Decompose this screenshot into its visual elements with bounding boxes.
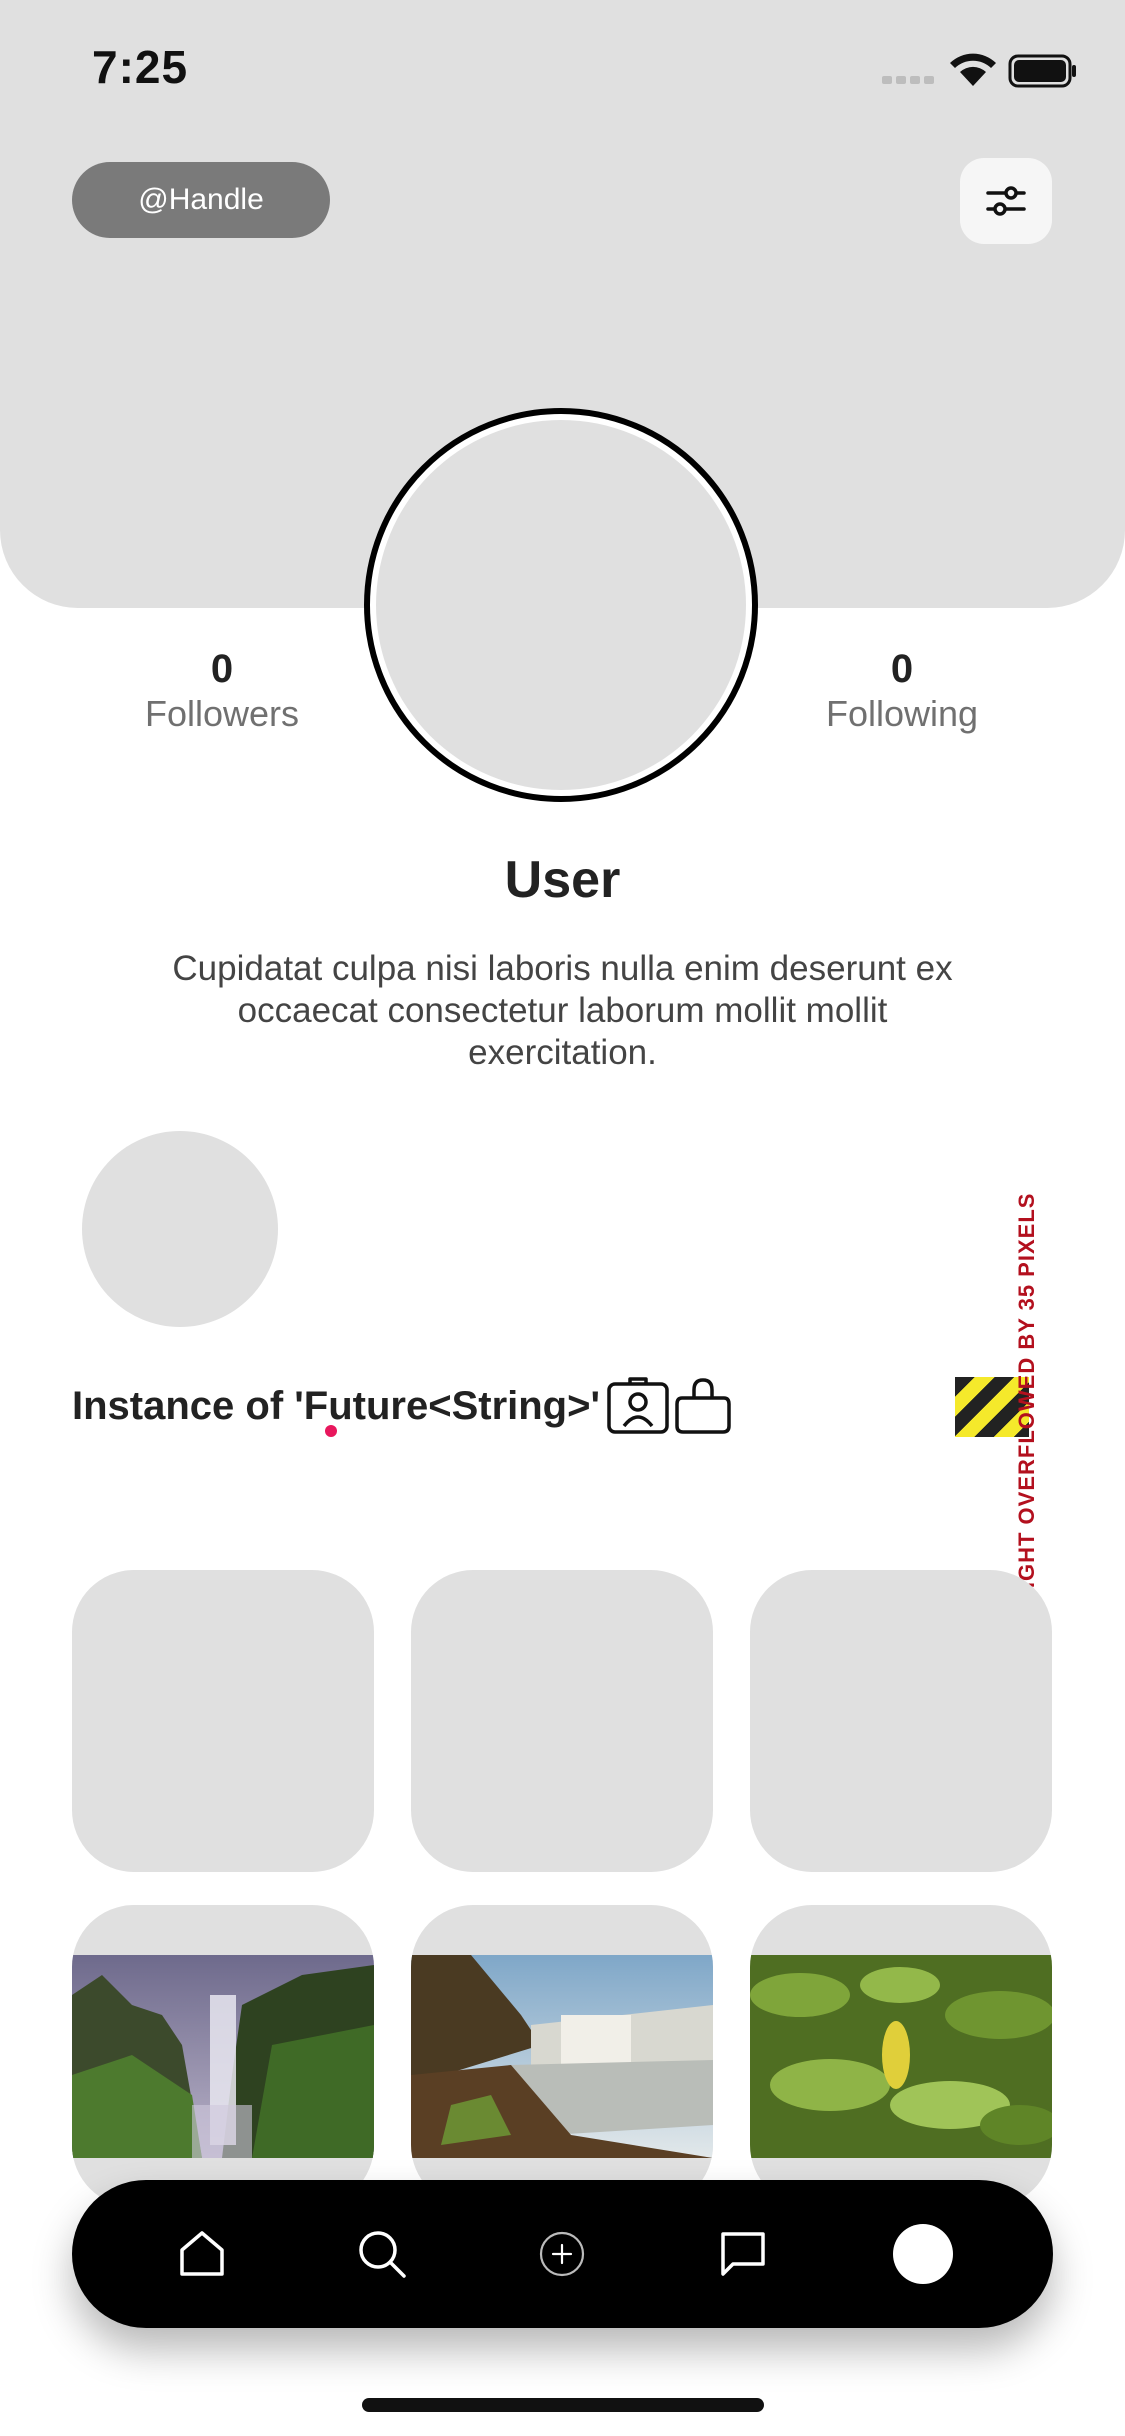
handle-button[interactable]: @Handle	[72, 162, 330, 238]
wifi-icon	[950, 53, 996, 86]
home-icon	[180, 2231, 224, 2276]
contact-card-icon	[607, 1377, 669, 1434]
grid-tile[interactable]	[411, 1570, 713, 1872]
avatar-placeholder	[376, 420, 746, 790]
following-label: Following	[825, 693, 979, 734]
future-row: Instance of 'Future<String>'	[72, 1375, 734, 1437]
grid-tile-photo[interactable]	[72, 1905, 374, 2207]
status-icons	[880, 48, 1080, 94]
battery-icon	[1008, 54, 1076, 88]
grid-tile[interactable]	[72, 1570, 374, 1872]
following-count: 0	[890, 647, 914, 691]
sliders-icon	[986, 186, 1026, 216]
leaves-photo	[750, 1955, 1052, 2158]
status-time: 7:25	[92, 41, 189, 93]
grid-tile-photo[interactable]	[750, 1905, 1052, 2207]
signal-icon	[882, 76, 934, 84]
waterfall-photo	[72, 1955, 374, 2158]
grid-tile-photo[interactable]	[411, 1905, 713, 2207]
nav-messages[interactable]	[703, 2214, 783, 2294]
nav-search[interactable]	[342, 2214, 422, 2294]
add-icon	[540, 2231, 585, 2277]
settings-button[interactable]	[960, 158, 1052, 244]
nav-home[interactable]	[162, 2214, 242, 2294]
chat-icon	[720, 2232, 765, 2276]
grid-tile[interactable]	[750, 1570, 1052, 1872]
search-icon	[359, 2231, 407, 2278]
user-name: User	[504, 851, 621, 909]
nav-profile[interactable]	[883, 2214, 963, 2294]
overflow-warning: RIGHT OVERFLOWED BY 35 PIXELS	[1014, 1192, 1039, 1605]
followers-count: 0	[210, 647, 234, 691]
home-indicator	[362, 2398, 764, 2412]
future-text: Instance of 'Future<String>'	[72, 1383, 600, 1428]
nav-add[interactable]	[522, 2214, 602, 2294]
story-highlight[interactable]	[82, 1131, 278, 1327]
following-stat[interactable]: 0 Following	[772, 646, 1032, 736]
shopping-bag-icon	[675, 1378, 731, 1434]
user-bio: Cupidatat culpa nisi laboris nulla enim …	[172, 949, 953, 1072]
profile-avatar[interactable]	[364, 408, 758, 802]
followers-stat[interactable]: 0 Followers	[92, 646, 352, 736]
cursor-dot	[325, 1425, 337, 1437]
followers-label: Followers	[144, 693, 300, 734]
waterfall-river-photo	[411, 1955, 713, 2158]
profile-avatar-icon	[892, 2224, 953, 2284]
bottom-nav	[72, 2180, 1053, 2328]
